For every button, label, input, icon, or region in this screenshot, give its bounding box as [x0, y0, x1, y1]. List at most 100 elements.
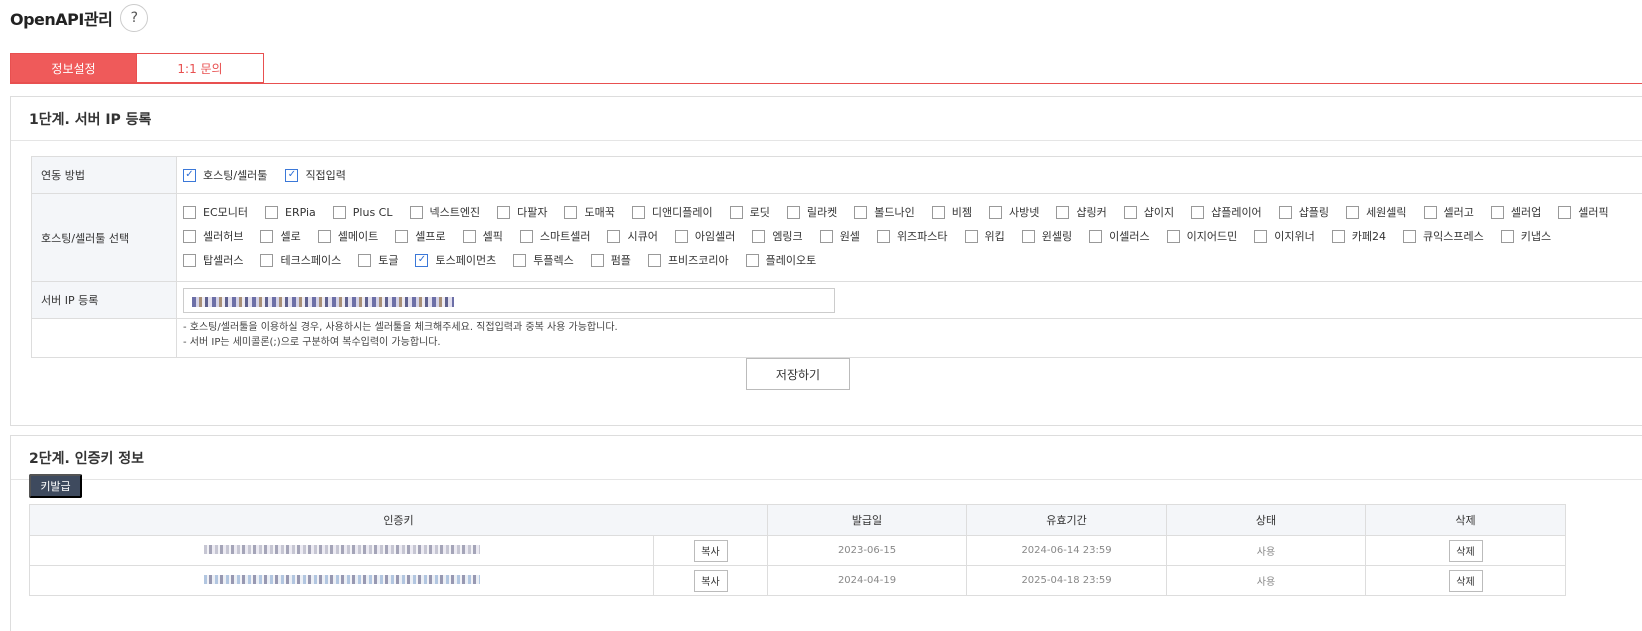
hosting-option-checkbox[interactable]: 위즈파스타	[876, 224, 948, 248]
hosting-option-label: 셀러허브	[203, 230, 244, 243]
checkbox-icon	[1403, 229, 1416, 243]
hosting-option-checkbox[interactable]: 아임셀러	[674, 224, 735, 248]
hosting-option-checkbox[interactable]: 다팔자	[497, 200, 547, 224]
hosting-option-checkbox[interactable]: 샵링커	[1056, 200, 1107, 224]
checkbox-icon	[260, 253, 274, 267]
hosting-option-checkbox[interactable]: 토글	[358, 248, 398, 272]
checkbox-icon	[988, 205, 1002, 219]
delete-button[interactable]: 삭제	[1448, 569, 1483, 592]
hosting-option-checkbox[interactable]: 비젬	[931, 200, 972, 224]
method-hosting-checkbox[interactable]: ✓ 호스팅/셀러툴	[183, 167, 267, 183]
hosting-label: 호스팅/셀러툴 선택	[31, 194, 177, 281]
hosting-option-checkbox[interactable]: 디앤디플레이	[631, 200, 713, 224]
hosting-option-checkbox[interactable]: 시큐어	[607, 224, 658, 248]
hosting-option-label: 이지위너	[1274, 230, 1315, 243]
hosting-option-label: 볼드나인	[874, 206, 915, 219]
help-icon[interactable]: ?	[120, 4, 149, 32]
hosting-option-checkbox[interactable]: 키냅스	[1500, 224, 1552, 248]
copy-button[interactable]: 복사	[693, 569, 728, 592]
method-label: 연동 방법	[31, 157, 177, 193]
hosting-option-label: 이지어드민	[1186, 230, 1238, 243]
hosting-option-checkbox[interactable]: 셀러허브	[183, 224, 243, 248]
status-cell: 사용	[1166, 565, 1366, 596]
hosting-option-checkbox[interactable]: 사방넷	[988, 200, 1039, 224]
hosting-option-checkbox[interactable]: 넥스트엔진	[409, 200, 480, 224]
hosting-option-checkbox[interactable]: 이지어드민	[1166, 224, 1238, 248]
checkbox-checked-icon: ✓	[183, 168, 196, 182]
hosting-option-checkbox[interactable]: 샵플레이어	[1191, 200, 1262, 224]
ip-label: 서버 IP 등록	[31, 282, 177, 318]
issued-cell: 2024-04-19	[767, 565, 967, 596]
hosting-option-label: 위킵	[984, 230, 1005, 243]
hosting-option-label: 시큐어	[627, 230, 658, 243]
hosting-option-checkbox[interactable]: 릴라켓	[786, 200, 837, 224]
checkbox-icon	[1166, 229, 1180, 243]
checkbox-icon	[745, 253, 759, 267]
checkbox-icon	[358, 253, 372, 267]
hosting-option-checkbox[interactable]: 플레이오토	[745, 248, 817, 272]
hosting-option-checkbox[interactable]: 테크스페이스	[260, 248, 341, 272]
hosting-option-checkbox[interactable]: 셀러업	[1490, 200, 1541, 224]
checkbox-icon	[1423, 205, 1437, 219]
hosting-option-checkbox[interactable]: 로딧	[729, 200, 770, 224]
hosting-option-checkbox[interactable]: 샵플링	[1278, 200, 1330, 224]
hosting-option-label: 스마트셀러	[539, 230, 591, 243]
hosting-option-checkbox[interactable]: ✓ 토스페이먼츠	[415, 248, 496, 272]
copy-button[interactable]: 복사	[693, 539, 728, 562]
hosting-option-checkbox[interactable]: 큐익스프레스	[1403, 224, 1484, 248]
delete-button[interactable]: 삭제	[1448, 539, 1483, 562]
hosting-option-label: 플레이오토	[765, 254, 817, 267]
hosting-option-checkbox[interactable]: 프비즈코리아	[647, 248, 729, 272]
checkbox-icon	[964, 229, 978, 243]
redacted-key	[203, 574, 480, 584]
checkbox-icon	[607, 229, 621, 243]
hosting-option-checkbox[interactable]: 세원셀릭	[1346, 200, 1407, 224]
hosting-option-checkbox[interactable]: Plus CL	[332, 200, 393, 224]
checkbox-icon	[1089, 229, 1103, 243]
checkbox-icon	[265, 205, 278, 219]
hosting-option-checkbox[interactable]: 셀프로	[395, 224, 446, 248]
checkbox-icon	[462, 229, 476, 243]
hosting-option-checkbox[interactable]: 원셀	[819, 224, 860, 248]
checkbox-icon	[183, 205, 196, 219]
hosting-option-checkbox[interactable]: 엠링크	[752, 224, 803, 248]
notes: - 호스팅/셀러툴을 이용하실 경우, 사용하시는 셀러툴을 체크해주세요. 직…	[177, 319, 1642, 357]
server-ip-input[interactable]	[183, 287, 835, 313]
issue-key-button[interactable]: 키발급	[29, 474, 82, 498]
hosting-option-checkbox[interactable]: 볼드나인	[854, 200, 915, 224]
hosting-option-label: 샵플링	[1298, 206, 1330, 219]
hosting-option-checkbox[interactable]: 셀픽	[462, 224, 503, 248]
hosting-option-checkbox[interactable]: 탑셀러스	[183, 248, 243, 272]
hosting-option-checkbox[interactable]: 셀러픽	[1558, 200, 1609, 224]
hosting-option-checkbox[interactable]: 카페24	[1331, 224, 1386, 248]
hosting-option-checkbox[interactable]: 도매꾹	[564, 200, 615, 224]
hosting-option-checkbox[interactable]: 윈셀링	[1021, 224, 1072, 248]
checkbox-icon	[564, 205, 578, 219]
hosting-option-checkbox[interactable]: 이지위너	[1254, 224, 1315, 248]
step1-panel: 1단계. 서버 IP 등록 연동 방법 ✓ 호스팅/셀러툴 ✓ 직접입력 호스팅…	[10, 96, 1642, 426]
hosting-option-checkbox[interactable]: 투플렉스	[513, 248, 574, 272]
hosting-option-label: 키냅스	[1520, 230, 1552, 243]
checkbox-icon	[183, 253, 196, 267]
hosting-option-checkbox[interactable]: 이셀러스	[1089, 224, 1150, 248]
hosting-option-checkbox[interactable]: 위킵	[964, 224, 1005, 248]
hosting-option-checkbox[interactable]: 샵이지	[1123, 200, 1174, 224]
hosting-option-checkbox[interactable]: EC모니터	[183, 200, 248, 224]
hosting-option-checkbox[interactable]: ERPia	[265, 200, 316, 224]
expires-cell: 2024-06-14 23:59	[966, 535, 1167, 566]
hosting-option-checkbox[interactable]: 펌플	[590, 248, 631, 272]
note-row: - 호스팅/셀러툴을 이용하실 경우, 사용하시는 셀러툴을 체크해주세요. 직…	[31, 319, 1642, 358]
col-issued: 발급일	[767, 504, 967, 536]
hosting-option-checkbox[interactable]: 셀메이트	[317, 224, 378, 248]
tab-info-settings[interactable]: 정보설정	[10, 53, 137, 83]
tab-inquiry[interactable]: 1:1 문의	[137, 53, 264, 83]
hosting-option-checkbox[interactable]: 셀러고	[1423, 200, 1474, 224]
hosting-option-label: 세원셀릭	[1366, 206, 1407, 219]
save-button[interactable]: 저장하기	[746, 358, 850, 390]
hosting-option-label: 비젬	[951, 206, 972, 219]
hosting-option-checkbox[interactable]: 셀로	[260, 224, 301, 248]
hosting-option-label: 카페24	[1351, 230, 1386, 243]
hosting-option-checkbox[interactable]: 스마트셀러	[519, 224, 591, 248]
checkbox-icon	[1346, 205, 1360, 219]
method-direct-checkbox[interactable]: ✓ 직접입력	[285, 167, 346, 183]
